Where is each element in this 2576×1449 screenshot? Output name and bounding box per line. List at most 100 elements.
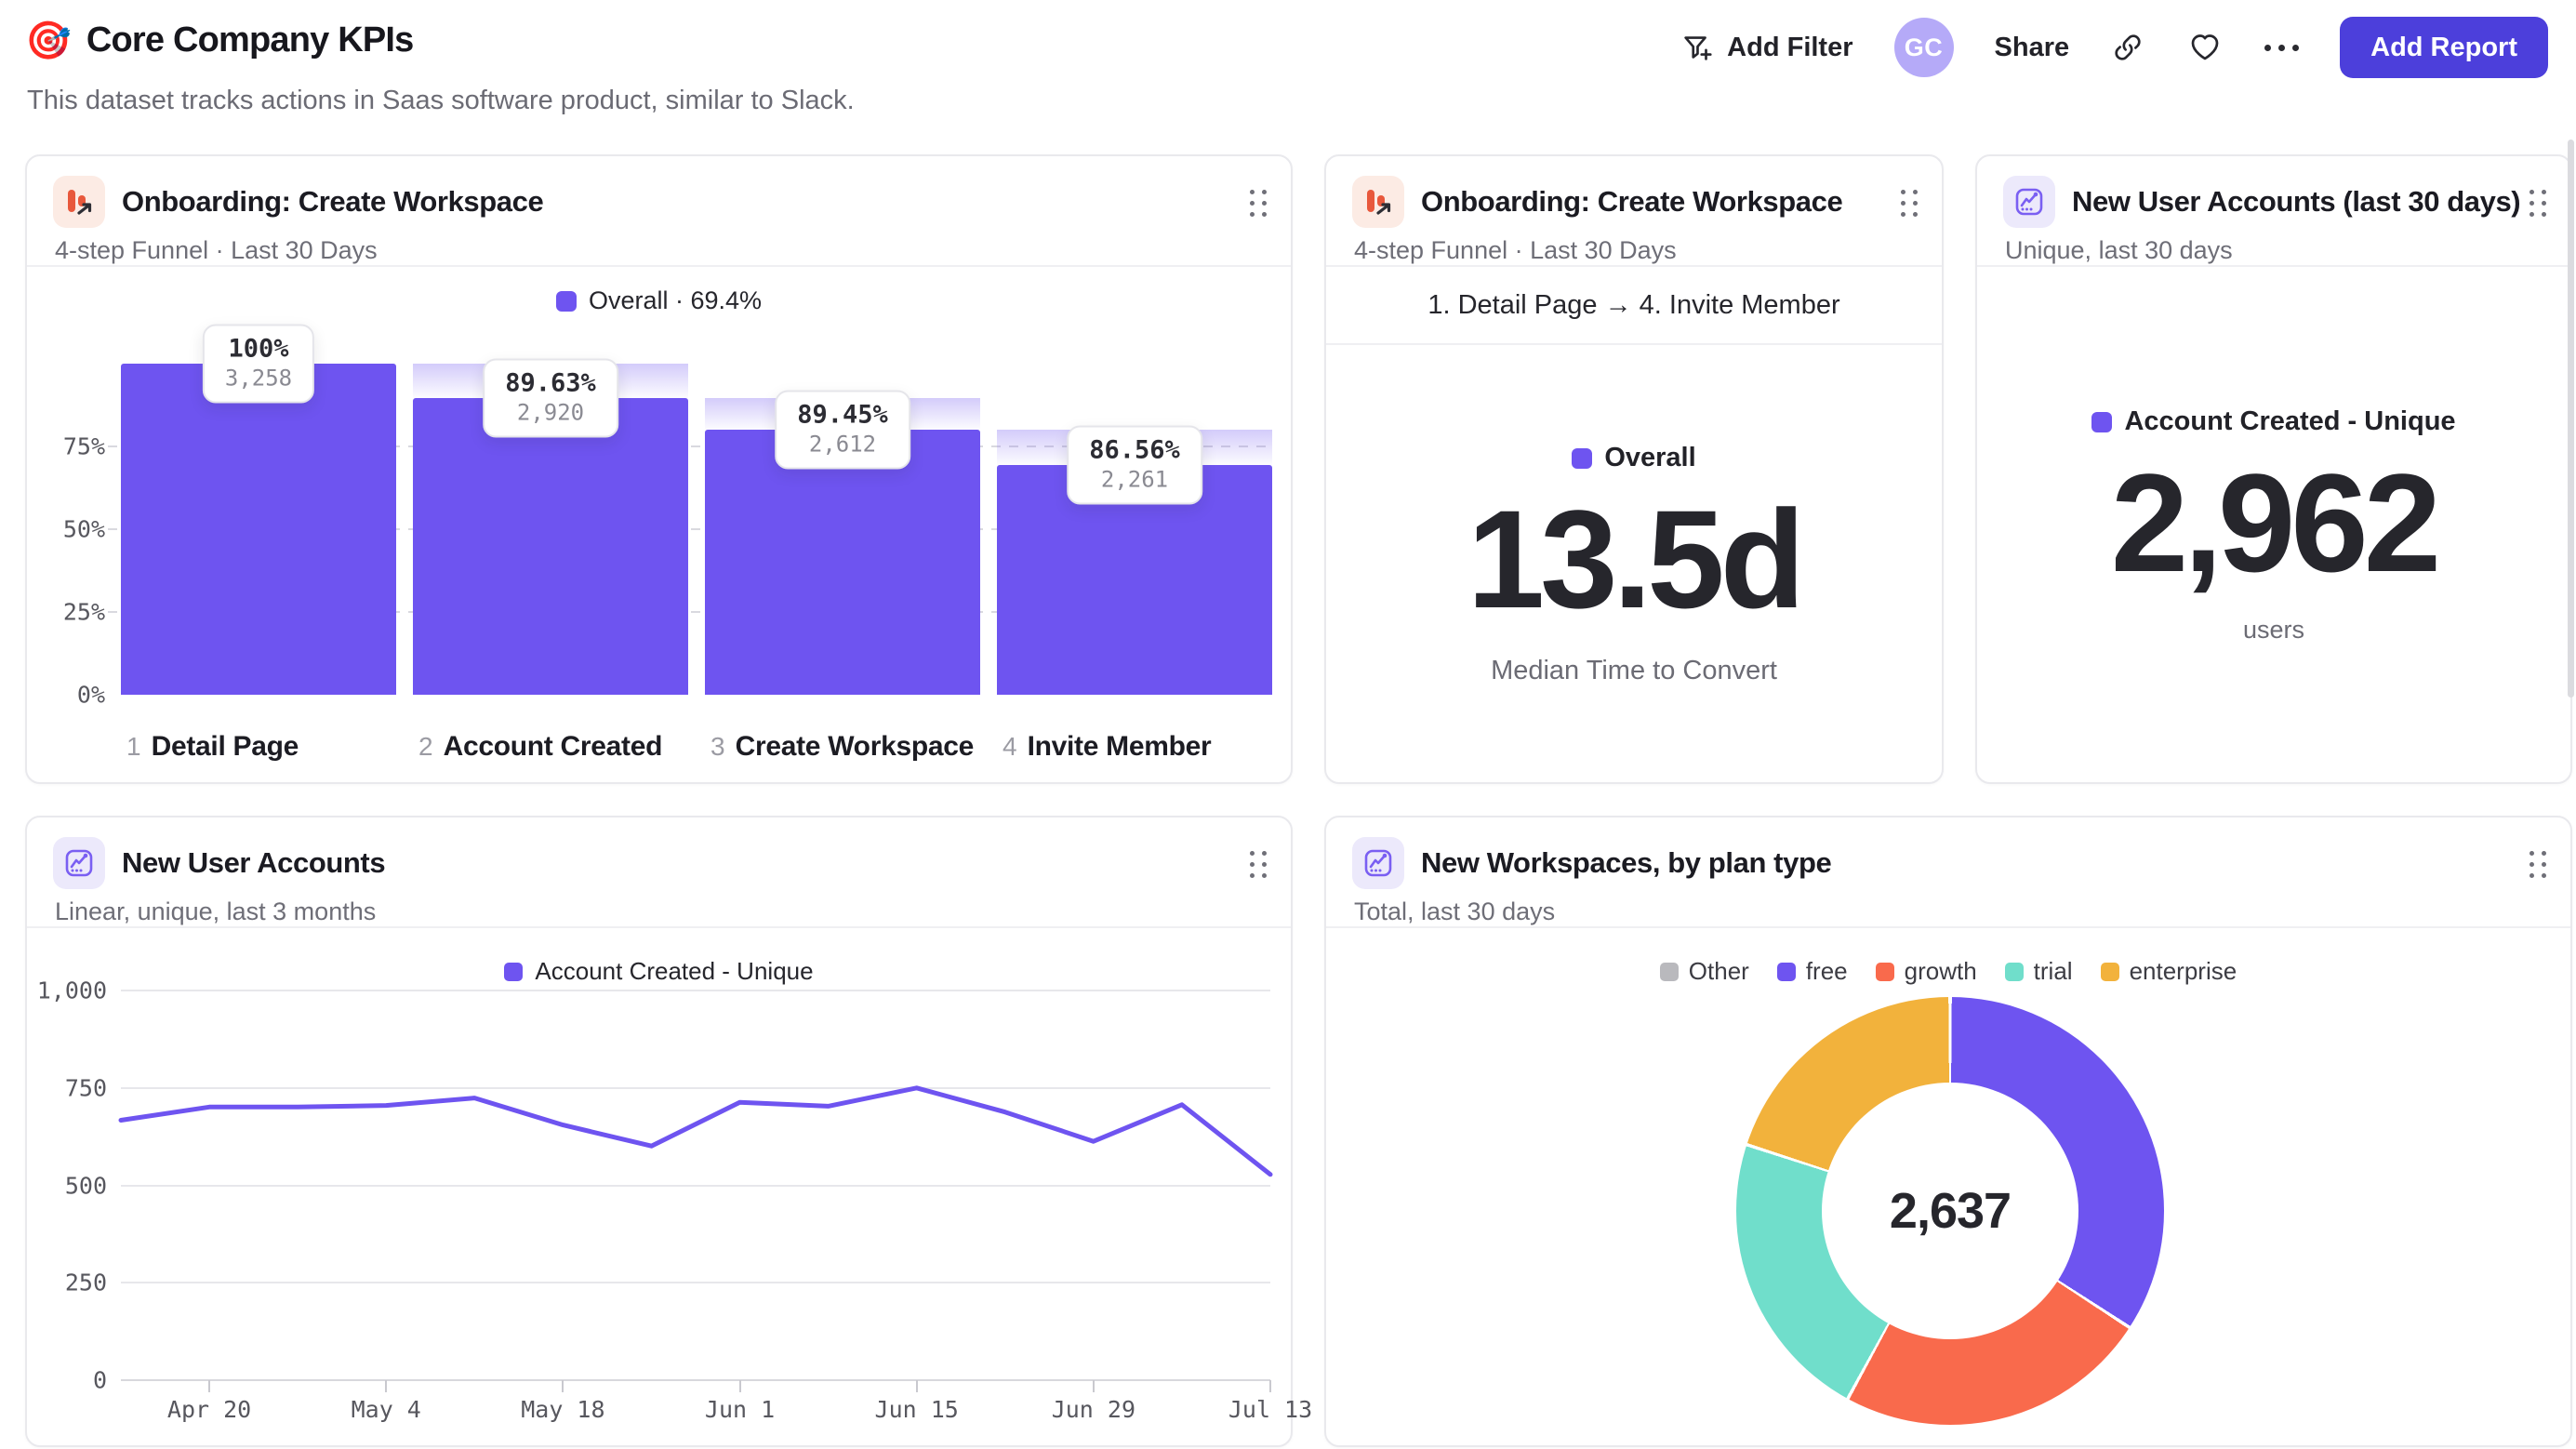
add-report-button[interactable]: Add Report [2340,17,2548,78]
favorite-button[interactable] [2186,29,2224,66]
card-title: New Workspaces, by plan type [1421,846,1832,879]
x-tick-label: Jun 15 [874,1396,959,1423]
legend-item-growth[interactable]: growth [1875,957,1977,986]
funnel-step-label: 2 Account Created [418,731,662,763]
tooltip-percent: 86.56% [1089,435,1180,465]
card-subtitle: Total, last 30 days [1354,897,1556,925]
donut-chart: 2,637 [1736,997,2164,1425]
copy-link-button[interactable] [2110,30,2145,65]
x-tick-mark [562,1380,564,1392]
card-header: Onboarding: Create Workspace 4-step Funn… [27,156,1291,267]
x-tick-label: May 4 [351,1396,421,1423]
y-tick-label: 25% [62,598,105,626]
funnel-tooltip: 89.63% 2,920 [483,358,618,438]
more-options-button[interactable] [2264,44,2300,51]
funnel-chart-icon [1352,176,1404,228]
trend-legend[interactable]: Account Created - Unique [27,957,1291,986]
donut-hole: 2,637 [1822,1083,2078,1339]
card-workspaces-by-plan: New Workspaces, by plan type Total, last… [1324,816,2572,1447]
x-tick-mark [1092,1380,1095,1392]
funnel-step-range: 1. Detail Page → 4. Invite Member [1326,267,1942,345]
drag-handle-icon[interactable] [1250,851,1267,878]
donut-center-value: 2,637 [1889,1183,2012,1239]
y-tick-label: 1,000 [36,977,107,1004]
drag-handle-icon[interactable] [1250,190,1267,217]
step-number: 3 [710,732,725,761]
funnel-tooltip: 100% 3,258 [202,324,315,404]
card-title: Onboarding: Create Workspace [122,185,544,218]
count-legend[interactable]: Account Created - Unique [2091,406,2456,437]
trend-chart [118,990,1273,1392]
funnel-chart-icon [53,176,105,228]
trend-line-series[interactable] [118,990,1273,1380]
line-chart-icon [2003,176,2055,228]
card-header: New Workspaces, by plan type Total, last… [1326,818,2570,928]
legend-item-other[interactable]: Other [1659,957,1749,986]
step-number: 4 [1003,732,1017,761]
drag-handle-icon[interactable] [2530,851,2546,878]
add-filter-button[interactable]: Add Filter [1680,30,1853,65]
legend-item-enterprise[interactable]: enterprise [2100,957,2237,986]
legend-label: free [1805,957,1848,985]
card-header: New User Accounts Linear, unique, last 3… [27,818,1291,928]
x-tick-label: Jun 1 [704,1396,776,1423]
target-emoji-icon: 🎯 [25,20,72,61]
tooltip-count: 3,258 [224,365,293,392]
x-tick-mark [385,1380,388,1392]
y-tick-label: 50% [62,515,105,543]
drag-handle-icon[interactable] [1901,190,1918,217]
legend-label: enterprise [2129,957,2237,985]
trend-y-axis: 1,000 750 500 250 0 [27,818,113,1445]
share-button[interactable]: Share [1995,33,2070,63]
card-header: New User Accounts (last 30 days) Unique,… [1977,156,2570,267]
x-tick-mark [208,1380,211,1392]
drag-handle-icon[interactable] [2530,190,2546,217]
user-avatar[interactable]: GC [1893,18,1954,77]
page-scrollbar[interactable] [2568,140,2574,698]
line-path [118,1085,1273,1177]
legend-swatch [1572,447,1593,469]
step-name: Detail Page [151,731,299,762]
card-subtitle: Linear, unique, last 3 months [55,897,377,925]
funnel-bar[interactable] [705,429,980,695]
median-body: Overall 13.5d Median Time to Convert [1326,347,1942,782]
card-subtitle: 4-step Funnel · Last 30 Days [55,236,378,264]
legend-swatch [2004,962,2024,981]
tooltip-percent: 89.63% [505,368,596,398]
legend-swatch [2091,411,2113,432]
y-tick-label: 750 [64,1074,107,1102]
card-title: New User Accounts (last 30 days) [2072,185,2521,218]
median-value: 13.5d [1467,481,1806,638]
funnel-y-axis: 75% 50% 25% 0% [27,364,111,709]
tooltip-count: 2,612 [808,431,877,458]
legend-label: Account Created - Unique [2124,406,2456,437]
x-tick-mark [1269,1380,1271,1392]
count-body: Account Created - Unique 2,962 users [1977,269,2570,782]
funnel-legend[interactable]: Overall · 69.4% [27,286,1291,315]
header-actions: Add Filter GC Share Add Report [1680,13,2548,82]
card-subtitle: Unique, last 30 days [2005,236,2233,264]
card-onboarding-funnel: Onboarding: Create Workspace 4-step Funn… [25,154,1293,784]
page-title: Core Company KPIs [86,20,415,60]
legend-swatch [1776,962,1796,981]
funnel-chart: 100% 3,258 89.63% 2,920 89.45% 2,612 86.56% 2,2… [108,324,1272,695]
card-subtitle: 4-step Funnel · Last 30 Days [1354,236,1677,264]
link-icon [2110,30,2145,65]
funnel-tooltip: 89.45% 2,612 [775,390,910,470]
share-label: Share [1994,32,2070,62]
funnel-step-label: 3 Create Workspace [710,731,974,763]
x-tick-mark [738,1380,741,1392]
tooltip-percent: 89.45% [797,400,888,430]
tooltip-count: 2,920 [516,399,585,426]
legend-label: Overall · 69.4% [588,286,763,314]
legend-item-trial[interactable]: trial [2004,957,2073,986]
y-tick-label: 75% [62,432,105,460]
legend-item-free[interactable]: free [1776,957,1848,986]
legend-label: trial [2033,957,2073,985]
x-tick-mark [915,1380,918,1392]
funnel-bar[interactable] [413,397,688,695]
funnel-bar[interactable] [121,364,396,695]
tooltip-count: 2,261 [1100,466,1169,493]
median-legend[interactable]: Overall [1572,443,1696,473]
legend-label: Account Created - Unique [535,957,814,985]
